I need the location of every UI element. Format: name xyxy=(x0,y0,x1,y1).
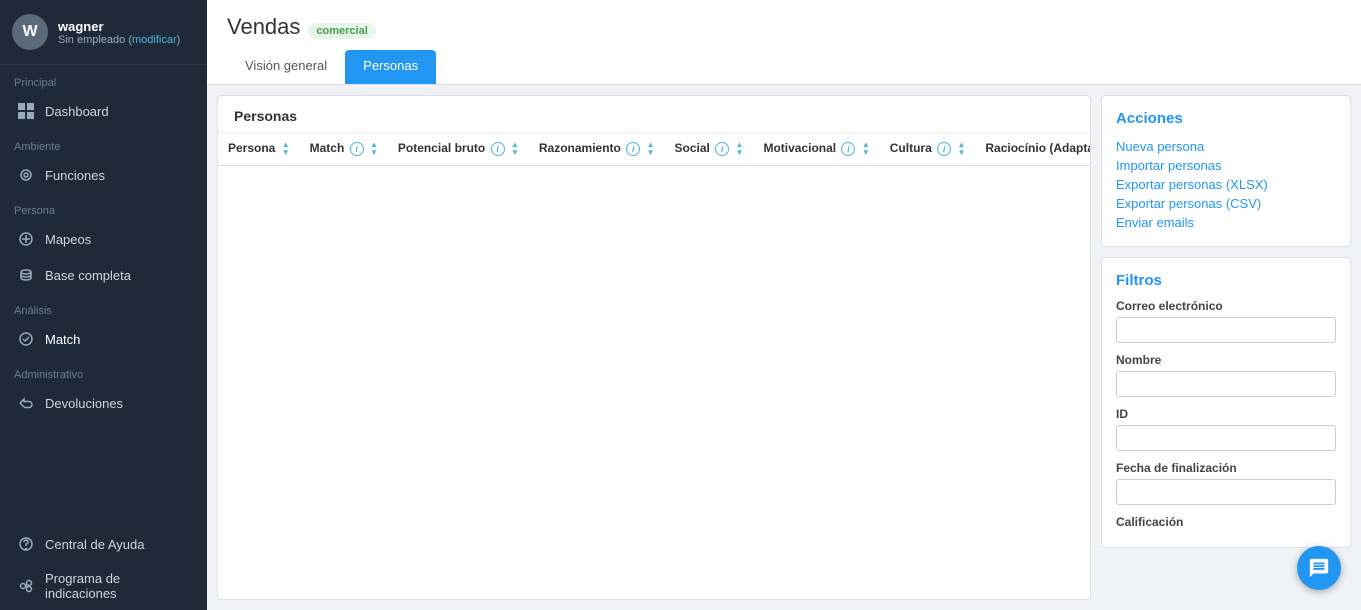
sort-cultura[interactable]: ▲▼ xyxy=(957,141,965,157)
sidebar-item-label: Programa de indicaciones xyxy=(45,571,193,601)
filtros-section: Filtros Correo electrónico Nombre ID Fec… xyxy=(1101,257,1351,548)
link-importar-personas[interactable]: Importar personas xyxy=(1116,156,1336,175)
col-raciocinio[interactable]: Raciocínio (Adaptativo) i ▲▼ xyxy=(975,133,1090,166)
page-title: Vendas xyxy=(227,14,300,40)
info-cultura-icon[interactable]: i xyxy=(937,142,951,156)
sidebar-item-match[interactable]: Match xyxy=(0,321,207,357)
sort-match[interactable]: ▲▼ xyxy=(370,141,378,157)
sidebar-item-dashboard[interactable]: Dashboard xyxy=(0,93,207,129)
col-motivacional[interactable]: Motivacional i ▲▼ xyxy=(753,133,879,166)
base-icon xyxy=(17,266,35,284)
filter-input-nombre[interactable] xyxy=(1116,371,1336,397)
col-persona[interactable]: Persona ▲▼ xyxy=(218,133,300,166)
tab-vision-general[interactable]: Visión general xyxy=(227,50,345,84)
funciones-icon xyxy=(17,166,35,184)
modify-link[interactable]: modificar xyxy=(132,34,177,46)
sidebar: W wagner Sin empleado (modificar) Princi… xyxy=(0,0,207,610)
section-label-administrativo: Administrativo xyxy=(0,357,207,385)
dashboard-icon xyxy=(17,102,35,120)
sidebar-item-mapeos[interactable]: Mapeos xyxy=(0,221,207,257)
sidebar-item-label: Funciones xyxy=(45,168,105,183)
chat-bubble[interactable] xyxy=(1297,546,1341,590)
avatar: W xyxy=(12,14,48,50)
sort-razonamiento[interactable]: ▲▼ xyxy=(647,141,655,157)
sidebar-item-label: Devoluciones xyxy=(45,396,123,411)
sidebar-user: W wagner Sin empleado (modificar) xyxy=(0,0,207,65)
tab-personas[interactable]: Personas xyxy=(345,50,436,84)
filtros-title: Filtros xyxy=(1116,272,1336,289)
filter-label-fecha: Fecha de finalización xyxy=(1116,461,1336,475)
sidebar-item-label: Mapeos xyxy=(45,232,91,247)
link-nueva-persona[interactable]: Nueva persona xyxy=(1116,137,1336,156)
info-social-icon[interactable]: i xyxy=(715,142,729,156)
filter-label-id: ID xyxy=(1116,407,1336,421)
filter-label-nombre: Nombre xyxy=(1116,353,1336,367)
section-label-analisis: Análisis xyxy=(0,293,207,321)
col-match[interactable]: Match i ▲▼ xyxy=(300,133,388,166)
info-motivacional-icon[interactable]: i xyxy=(841,142,855,156)
table-panel-title: Personas xyxy=(218,96,1090,133)
filter-label-calificacion: Calificación xyxy=(1116,515,1336,529)
info-match-icon[interactable]: i xyxy=(350,142,364,156)
sort-motivacional[interactable]: ▲▼ xyxy=(862,141,870,157)
table-wrapper[interactable]: Persona ▲▼ Match i ▲▼ Potencial bruto i xyxy=(218,133,1090,599)
devoluciones-icon xyxy=(17,394,35,412)
link-exportar-csv[interactable]: Exportar personas (CSV) xyxy=(1116,194,1336,213)
info-potencial-icon[interactable]: i xyxy=(491,142,505,156)
table-panel: Personas Persona ▲▼ Match i ▲▼ xyxy=(217,95,1091,600)
sidebar-item-programa-indicaciones[interactable]: Programa de indicaciones xyxy=(0,562,207,610)
content-area: Personas Persona ▲▼ Match i ▲▼ xyxy=(207,85,1361,610)
col-social[interactable]: Social i ▲▼ xyxy=(664,133,753,166)
sidebar-item-central-ayuda[interactable]: Central de Ayuda xyxy=(0,526,207,562)
sidebar-item-label: Central de Ayuda xyxy=(45,537,145,552)
col-potencial-bruto[interactable]: Potencial bruto i ▲▼ xyxy=(388,133,529,166)
section-label-ambiente: Ambiente xyxy=(0,129,207,157)
tabs-bar: Visión general Personas xyxy=(227,50,1341,84)
info-razonamiento-icon[interactable]: i xyxy=(626,142,640,156)
sidebar-item-label: Base completa xyxy=(45,268,131,283)
sidebar-role: Sin empleado (modificar) xyxy=(58,34,180,46)
page-badge: comercial xyxy=(308,23,375,39)
help-icon xyxy=(17,535,35,553)
section-label-persona: Persona xyxy=(0,193,207,221)
match-icon xyxy=(17,330,35,348)
sort-potencial[interactable]: ▲▼ xyxy=(511,141,519,157)
col-cultura[interactable]: Cultura i ▲▼ xyxy=(880,133,976,166)
right-sidebar: Acciones Nueva persona Importar personas… xyxy=(1091,85,1361,610)
sort-persona[interactable]: ▲▼ xyxy=(282,141,290,157)
mapeos-icon xyxy=(17,230,35,248)
acciones-section: Acciones Nueva persona Importar personas… xyxy=(1101,95,1351,247)
sidebar-item-label: Dashboard xyxy=(45,104,109,119)
sidebar-username: wagner xyxy=(58,19,180,34)
program-icon xyxy=(17,577,35,595)
acciones-title: Acciones xyxy=(1116,110,1336,127)
sidebar-item-label: Match xyxy=(45,332,80,347)
personas-table: Persona ▲▼ Match i ▲▼ Potencial bruto i xyxy=(218,133,1090,166)
sidebar-item-base-completa[interactable]: Base completa xyxy=(0,257,207,293)
filter-input-id[interactable] xyxy=(1116,425,1336,451)
link-exportar-xlsx[interactable]: Exportar personas (XLSX) xyxy=(1116,175,1336,194)
filter-label-correo: Correo electrónico xyxy=(1116,299,1336,313)
main-content: Vendas comercial Visión general Personas… xyxy=(207,0,1361,610)
filter-input-correo[interactable] xyxy=(1116,317,1336,343)
sidebar-item-devoluciones[interactable]: Devoluciones xyxy=(0,385,207,421)
sort-social[interactable]: ▲▼ xyxy=(736,141,744,157)
link-enviar-emails[interactable]: Enviar emails xyxy=(1116,213,1336,232)
section-label-principal: Principal xyxy=(0,65,207,93)
col-razonamiento[interactable]: Razonamiento i ▲▼ xyxy=(529,133,665,166)
sidebar-item-funciones[interactable]: Funciones xyxy=(0,157,207,193)
chat-icon xyxy=(1308,557,1330,579)
filter-input-fecha[interactable] xyxy=(1116,479,1336,505)
page-header: Vendas comercial Visión general Personas xyxy=(207,0,1361,85)
